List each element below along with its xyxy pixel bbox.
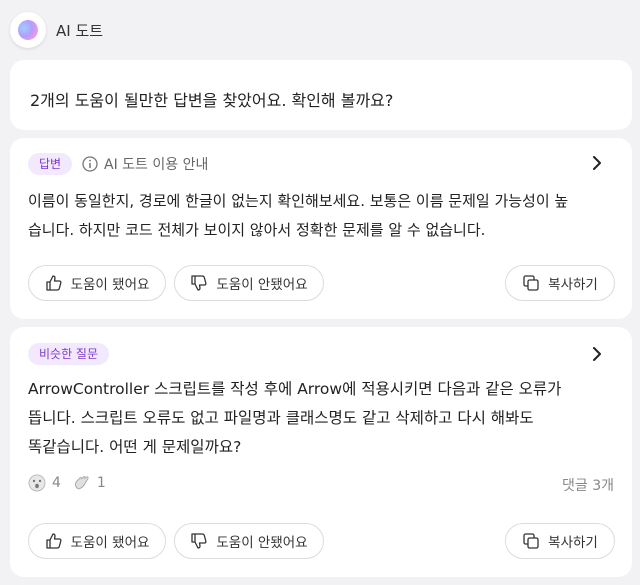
- chevron-right-icon[interactable]: [590, 156, 604, 170]
- app-title: AI 도트: [56, 22, 104, 40]
- chevron-right-icon[interactable]: [590, 347, 604, 361]
- question-line-3: 똑같습니다. 어떤 게 문제일까요?: [28, 438, 242, 456]
- thumbs-down-icon: [191, 533, 207, 549]
- comment-count[interactable]: 댓글 3개: [562, 475, 614, 495]
- copy-icon: [523, 275, 539, 291]
- answer-line-2: 습니다. 하지만 코드 전체가 보이지 않아서 정확한 문제를 알 수 없습니다…: [28, 221, 486, 239]
- usage-info-label: AI 도트 이용 안내: [104, 157, 209, 173]
- answer-card[interactable]: 답변 AI 도트 이용 안내 이름이 동일한지, 경로에 한글이 없는지 확인해…: [10, 138, 632, 319]
- copy-label: 복사하기: [548, 535, 598, 551]
- answer-badge: 답변: [28, 153, 73, 175]
- ai-dot-logo-icon: [10, 12, 46, 48]
- not-helpful-label: 도움이 안됐어요: [216, 277, 308, 293]
- question-line-2: 뜹니다. 스크립트 오류도 없고 파일명과 클래스명도 같고 삭제하고 다시 해…: [28, 409, 534, 427]
- surprised-face-icon: [28, 474, 46, 492]
- helpful-button[interactable]: 도움이 됐어요: [28, 265, 166, 301]
- usage-info-link[interactable]: AI 도트 이용 안내: [82, 154, 208, 174]
- copy-icon: [523, 533, 539, 549]
- not-helpful-button[interactable]: 도움이 안됐어요: [174, 523, 324, 559]
- similar-question-text: ArrowController 스크립트를 작성 후에 Arrow에 적용시키면…: [28, 375, 608, 462]
- reaction-2-count: 1: [96, 475, 106, 491]
- not-helpful-label: 도움이 안됐어요: [216, 535, 308, 551]
- summary-card: 2개의 도움이 될만한 답변을 찾았어요. 확인해 볼까요?: [10, 60, 632, 130]
- reaction-1-count: 4: [52, 475, 61, 491]
- similar-question-card[interactable]: 비슷한 질문 ArrowController 스크립트를 작성 후에 Arrow…: [10, 327, 632, 577]
- answer-line-1: 이름이 동일한지, 경로에 한글이 없는지 확인해보세요. 보통은 이름 문제일…: [28, 192, 569, 210]
- clap-icon: [74, 476, 89, 490]
- summary-text: 2개의 도움이 될만한 답변을 찾았어요. 확인해 볼까요?: [30, 91, 394, 110]
- question-line-1: ArrowController 스크립트를 작성 후에 Arrow에 적용시키면…: [28, 380, 562, 398]
- helpful-button[interactable]: 도움이 됐어요: [28, 523, 166, 559]
- thumbs-up-icon: [45, 533, 62, 549]
- info-icon: [82, 156, 98, 172]
- copy-button[interactable]: 복사하기: [505, 265, 615, 301]
- helpful-label: 도움이 됐어요: [70, 535, 150, 551]
- helpful-label: 도움이 됐어요: [70, 277, 150, 293]
- similar-question-badge: 비슷한 질문: [28, 343, 110, 365]
- reaction-stats: 4 1: [28, 474, 106, 492]
- not-helpful-button[interactable]: 도움이 안됐어요: [174, 265, 324, 301]
- copy-label: 복사하기: [548, 277, 598, 293]
- thumbs-up-icon: [45, 275, 62, 291]
- copy-button[interactable]: 복사하기: [505, 523, 615, 559]
- answer-text: 이름이 동일한지, 경로에 한글이 없는지 확인해보세요. 보통은 이름 문제일…: [28, 187, 608, 245]
- thumbs-down-icon: [191, 275, 207, 291]
- header: AI 도트: [0, 0, 640, 60]
